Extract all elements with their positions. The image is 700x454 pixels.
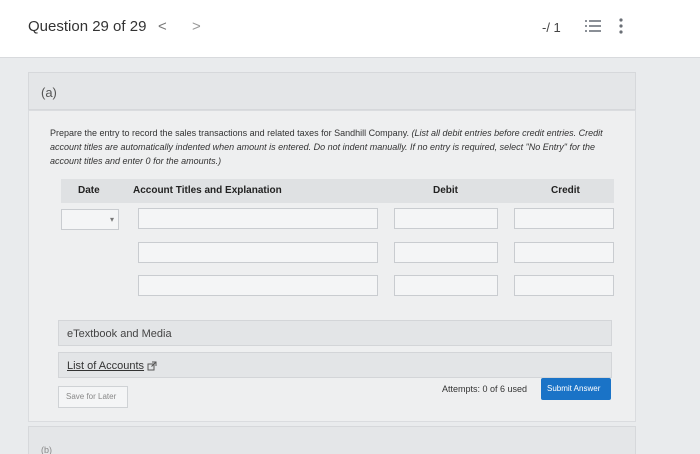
instructions-text: Prepare the entry to record the sales tr… bbox=[50, 128, 412, 138]
part-a-header: (a) bbox=[28, 72, 636, 110]
debit-column-header: Debit bbox=[433, 185, 458, 196]
kebab-icon[interactable] bbox=[619, 18, 623, 34]
etextbook-bar[interactable]: eTextbook and Media bbox=[58, 320, 612, 346]
save-for-later-label: Save for Later bbox=[66, 392, 117, 401]
top-bar: Question 29 of 29 < > -/ 1 bbox=[0, 0, 700, 58]
debit-input-3[interactable] bbox=[394, 275, 498, 296]
etextbook-label: eTextbook and Media bbox=[67, 328, 172, 340]
credit-column-header: Credit bbox=[551, 185, 580, 196]
list-of-accounts-link[interactable]: List of Accounts bbox=[67, 360, 144, 372]
journal-table-header: Date Account Titles and Explanation Debi… bbox=[61, 179, 614, 203]
submit-answer-label: Submit Answer bbox=[547, 384, 601, 393]
part-b-header: (b) bbox=[28, 426, 636, 454]
save-for-later-button[interactable]: Save for Later bbox=[58, 386, 128, 408]
score: -/ 1 bbox=[542, 20, 561, 35]
question-label: Question 29 of 29 bbox=[28, 18, 147, 35]
list-of-accounts-wrap: List of Accounts bbox=[67, 360, 157, 372]
previous-question-icon[interactable]: < bbox=[158, 18, 167, 35]
account-column-header: Account Titles and Explanation bbox=[133, 185, 282, 196]
date-select[interactable]: ▾ bbox=[61, 209, 119, 230]
chevron-down-icon: ▾ bbox=[109, 215, 114, 224]
credit-input-3[interactable] bbox=[514, 275, 614, 296]
debit-input-1[interactable] bbox=[394, 208, 498, 229]
account-title-input-1[interactable] bbox=[138, 208, 378, 229]
date-column-header: Date bbox=[78, 185, 100, 196]
external-link-icon bbox=[147, 361, 157, 371]
part-a-label: (a) bbox=[41, 85, 57, 100]
list-of-accounts-bar: List of Accounts bbox=[58, 352, 612, 378]
credit-input-2[interactable] bbox=[514, 242, 614, 263]
instructions: Prepare the entry to record the sales tr… bbox=[50, 126, 618, 168]
list-icon[interactable] bbox=[585, 19, 601, 33]
account-title-input-2[interactable] bbox=[138, 242, 378, 263]
attempts-text: Attempts: 0 of 6 used bbox=[442, 384, 528, 394]
next-question-icon[interactable]: > bbox=[192, 18, 201, 35]
submit-answer-button[interactable]: Submit Answer bbox=[541, 378, 611, 400]
part-b-label: (b) bbox=[41, 445, 52, 454]
credit-input-1[interactable] bbox=[514, 208, 614, 229]
debit-input-2[interactable] bbox=[394, 242, 498, 263]
account-title-input-3[interactable] bbox=[138, 275, 378, 296]
